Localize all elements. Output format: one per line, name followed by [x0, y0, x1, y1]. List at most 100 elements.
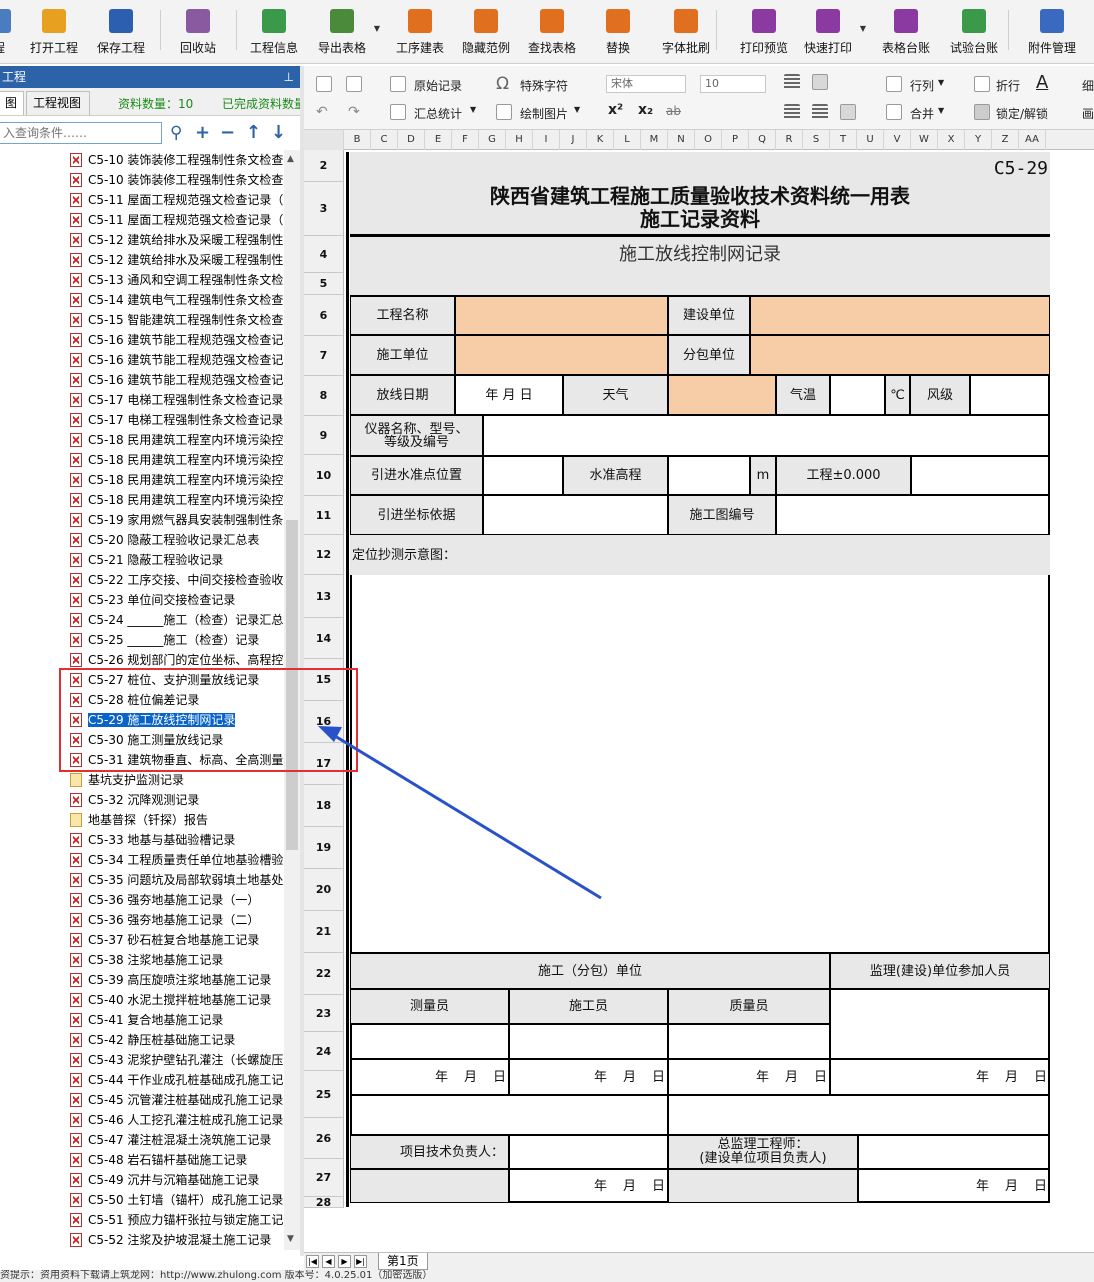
- tree-item[interactable]: C5-29 施工放线控制网记录: [70, 710, 236, 730]
- row-header[interactable]: 10: [304, 455, 344, 496]
- row-header[interactable]: 11: [304, 496, 344, 535]
- tree-item[interactable]: C5-16 建筑节能工程规范强文检查记: [70, 330, 283, 350]
- sign-date-row[interactable]: 年月日: [830, 1059, 1050, 1095]
- border-thin-button[interactable]: 细: [1082, 77, 1094, 94]
- tree-item[interactable]: C5-19 家用燃气器具安装制强制性条: [70, 510, 283, 530]
- column-header[interactable]: V: [884, 130, 911, 150]
- next-sheet-icon[interactable]: ▶: [338, 1255, 351, 1268]
- row-header[interactable]: 16: [304, 701, 344, 743]
- column-header[interactable]: P: [722, 130, 749, 150]
- row-header[interactable]: 7: [304, 336, 344, 376]
- tree-item[interactable]: C5-39 高压旋喷注浆地基施工记录: [70, 970, 271, 990]
- select-all-corner[interactable]: [304, 130, 344, 150]
- scroll-down-icon[interactable]: ▼: [287, 1234, 294, 1244]
- row-header[interactable]: 3: [304, 182, 344, 236]
- wind-field[interactable]: [970, 375, 1050, 415]
- strikethrough-button[interactable]: ab: [666, 104, 681, 118]
- tree-item[interactable]: C5-23 单位间交接检查记录: [70, 590, 235, 610]
- tree-item[interactable]: C5-11 屋面工程规范强文检查记录（: [70, 210, 283, 230]
- align-left-top-icon[interactable]: [784, 74, 800, 90]
- row-header[interactable]: 14: [304, 618, 344, 659]
- instrument-field[interactable]: [483, 415, 1050, 456]
- temperature-field[interactable]: [830, 375, 885, 415]
- tree-item[interactable]: C5-40 水泥土搅拌桩地基施工记录: [70, 990, 271, 1010]
- row-header[interactable]: 17: [304, 743, 344, 785]
- surveyor-sign-field[interactable]: [350, 1024, 509, 1059]
- toolbar-button-1[interactable]: 打开工程: [28, 6, 80, 62]
- toolbar-button-14[interactable]: 试验台账: [946, 6, 1002, 62]
- font-size-select[interactable]: 10: [700, 75, 766, 93]
- chief-date-spacer[interactable]: [668, 1169, 858, 1203]
- drawing-no-field[interactable]: [776, 495, 1050, 535]
- tree-item[interactable]: C5-11 屋面工程规范强文检查记录（: [70, 190, 283, 210]
- tree-item[interactable]: C5-34 工程质量责任单位地基验槽验: [70, 850, 283, 870]
- column-header[interactable]: T: [830, 130, 857, 150]
- toolbar-button-4[interactable]: 工程信息: [246, 6, 302, 62]
- tree-item[interactable]: C5-41 复合地基施工记录: [70, 1010, 223, 1030]
- font-color-button[interactable]: A: [1036, 72, 1048, 93]
- tree-item[interactable]: C5-18 民用建筑工程室内环境污染控: [70, 490, 283, 510]
- tree-item[interactable]: C5-12 建筑给排水及采暖工程强制性: [70, 230, 283, 250]
- tree-item[interactable]: C5-36 强夯地基施工记录（一）: [70, 890, 259, 910]
- tree-item[interactable]: C5-10 装饰装修工程强制性条文检查: [70, 150, 283, 170]
- tab-project-view[interactable]: 工程视图: [26, 91, 90, 115]
- toolbar-button-2[interactable]: 保存工程: [95, 6, 147, 62]
- column-header[interactable]: H: [506, 130, 533, 150]
- row-header[interactable]: 27: [304, 1159, 344, 1197]
- diagram-area[interactable]: [350, 575, 1050, 953]
- row-header[interactable]: 8: [304, 376, 344, 416]
- column-header[interactable]: L: [614, 130, 641, 150]
- chevron-down-icon[interactable]: ▼: [938, 106, 944, 115]
- supervision-sign-field[interactable]: [830, 989, 1050, 1059]
- scroll-up-icon[interactable]: ▲: [287, 154, 294, 164]
- tree-item[interactable]: C5-31 建筑物垂直、标高、全高测量: [70, 750, 283, 770]
- last-sheet-icon[interactable]: ▶|: [354, 1255, 367, 1268]
- draw-border-button[interactable]: 画: [1082, 105, 1094, 122]
- tree-item[interactable]: C5-27 桩位、支护测量放线记录: [70, 670, 259, 690]
- row-header[interactable]: 21: [304, 911, 344, 953]
- pin-icon[interactable]: ⊥: [284, 66, 294, 88]
- toolbar-button-12[interactable]: 快速打印 ▼: [800, 6, 866, 62]
- minus-icon[interactable]: −: [220, 122, 235, 143]
- subscript-button[interactable]: x₂: [638, 102, 653, 118]
- column-header[interactable]: X: [938, 130, 965, 150]
- prev-sheet-icon[interactable]: ◀: [322, 1255, 335, 1268]
- tree-item[interactable]: C5-42 静压桩基础施工记录: [70, 1030, 235, 1050]
- toolbar-button-7[interactable]: 隐藏范例: [458, 6, 514, 62]
- tree-item[interactable]: C5-16 建筑节能工程规范强文检查记: [70, 370, 283, 390]
- tree-scrollbar[interactable]: ▲ ▼: [284, 150, 300, 1250]
- chief-sign-field[interactable]: [858, 1135, 1050, 1169]
- chevron-down-icon[interactable]: ▼: [938, 78, 944, 87]
- row-header[interactable]: 12: [304, 535, 344, 575]
- tree-item[interactable]: C5-45 沉管灌注桩基础成孔施工记录: [70, 1090, 283, 1110]
- quality-sign-field[interactable]: [668, 1024, 830, 1059]
- row-header[interactable]: 22: [304, 953, 344, 995]
- align-right-icon[interactable]: [840, 104, 856, 120]
- sign-date-row[interactable]: 年月日: [858, 1169, 1050, 1203]
- arrow-down-icon[interactable]: ↓: [271, 122, 286, 143]
- arrow-up-icon[interactable]: ↑: [246, 122, 261, 143]
- column-header[interactable]: M: [641, 130, 668, 150]
- search-icon[interactable]: ⚲: [170, 123, 182, 143]
- sub-unit-field[interactable]: [750, 335, 1050, 375]
- column-header[interactable]: Y: [965, 130, 992, 150]
- column-header[interactable]: U: [857, 130, 884, 150]
- column-header[interactable]: I: [533, 130, 560, 150]
- tree-item[interactable]: C5-46 人工挖孔灌注桩成孔施工记录: [70, 1110, 283, 1130]
- tree-item[interactable]: C5-44 干作业成孔桩基础成孔施工记: [70, 1070, 283, 1090]
- column-header[interactable]: Z: [992, 130, 1019, 150]
- column-header[interactable]: C: [371, 130, 398, 150]
- column-header[interactable]: E: [425, 130, 452, 150]
- tree-item[interactable]: C5-38 注浆地基施工记录: [70, 950, 223, 970]
- column-header[interactable]: R: [776, 130, 803, 150]
- merge-button[interactable]: 合并: [910, 105, 934, 122]
- toolbar-button-0[interactable]: 程: [0, 6, 14, 62]
- tree-item[interactable]: C5-18 民用建筑工程室内环境污染控: [70, 470, 283, 490]
- row-header[interactable]: 6: [304, 295, 344, 336]
- chief-spacer[interactable]: [668, 1095, 1050, 1135]
- tree-item[interactable]: 地基普探（钎探）报告: [70, 810, 208, 830]
- row-header[interactable]: 5: [304, 273, 344, 295]
- column-header[interactable]: S: [803, 130, 830, 150]
- weather-field[interactable]: [668, 375, 776, 415]
- tree-item[interactable]: C5-20 隐蔽工程验收记录汇总表: [70, 530, 259, 550]
